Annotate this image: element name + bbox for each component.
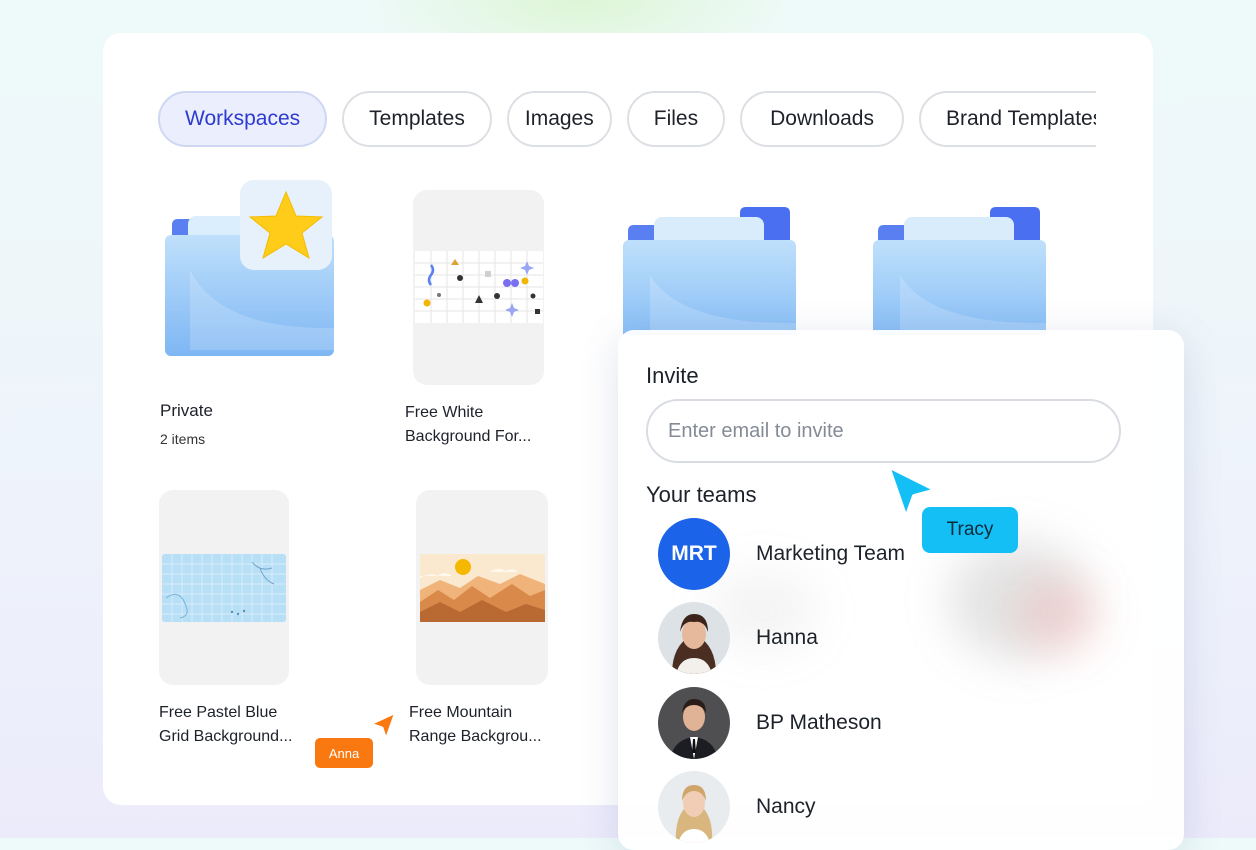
avatar [658,602,730,674]
team-item-marketing[interactable]: MRT Marketing Team [658,518,1118,590]
mountain-thumbnail-image [420,554,545,622]
folder-item-count: 2 items [160,431,206,447]
folder-icon[interactable] [620,205,800,335]
pattern-thumbnail-image [415,251,543,323]
folder-star-icon [165,180,334,356]
member-item-nancy[interactable]: Nancy [658,771,1118,843]
member-name: BP Matheson [756,711,882,734]
tab-images[interactable]: Images [506,91,612,147]
tab-brand-templates[interactable]: Brand Templates [919,91,1096,147]
tab-files[interactable]: Files [626,91,726,147]
member-name: Marketing Team [756,542,906,565]
collaborator-cursor-label: Tracy [922,507,1018,553]
invite-title: Invite [646,363,699,388]
template-title: Free White Background For... [405,404,532,445]
template-mountain-range[interactable]: Free Mountain Range Backgrou... [408,490,568,755]
category-tabs: Workspaces Templates Images Files Downlo… [158,89,1096,149]
invite-email-input[interactable] [646,399,1121,463]
folder-icon[interactable] [870,205,1050,335]
template-title: Free Mountain Range Backgrou... [409,704,542,745]
invite-panel: Invite Your teams MRT Marketing Team Han… [618,330,1184,850]
tab-downloads[interactable]: Downloads [740,91,904,147]
tab-templates[interactable]: Templates [342,91,492,147]
collaborator-cursor-label: Anna [315,738,373,768]
your-teams-title: Your teams [646,482,757,507]
team-avatar: MRT [658,518,730,590]
member-name: Hanna [756,626,818,649]
template-pastel-blue-grid[interactable]: Free Pastel Blue Grid Background... [158,490,318,755]
avatar [658,771,730,843]
grid-thumbnail-image [162,554,286,622]
member-name: Nancy [756,795,816,818]
folder-title: Private [160,401,213,420]
template-free-white-background[interactable]: Free White Background For... [405,190,555,455]
avatar [658,687,730,759]
member-item-hanna[interactable]: Hanna [658,602,1118,674]
member-item-bp-matheson[interactable]: BP Matheson [658,687,1118,759]
tab-workspaces[interactable]: Workspaces [158,91,328,147]
folder-private[interactable]: Private 2 items [160,180,340,450]
template-title: Free Pastel Blue Grid Background... [159,704,293,745]
